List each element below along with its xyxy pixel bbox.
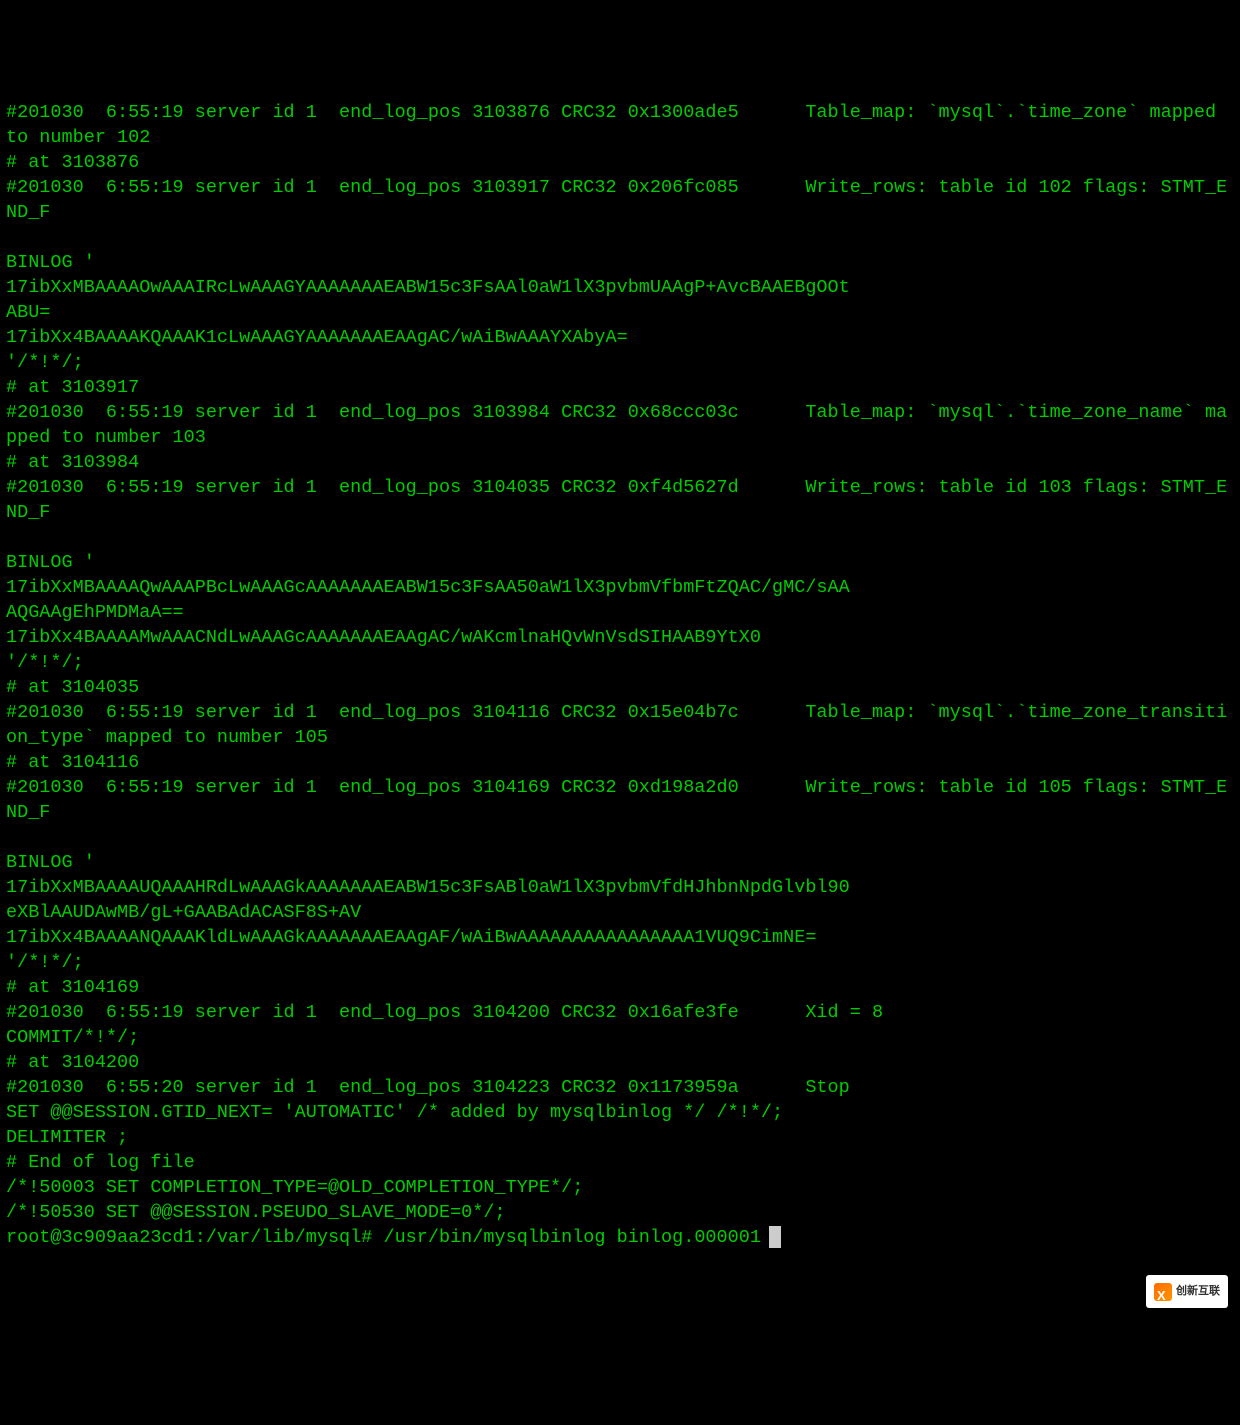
terminal-line: eXBlAAUDAwMB/gL+GAABAdACASF8S+AV bbox=[6, 902, 361, 923]
terminal-line: 17ibXx4BAAAANQAAAKldLwAAAGkAAAAAAAEAAgAF… bbox=[6, 927, 816, 948]
terminal-line: #201030 6:55:19 server id 1 end_log_pos … bbox=[6, 777, 1227, 823]
shell-prompt: root@3c909aa23cd1:/var/lib/mysql# bbox=[6, 1227, 383, 1248]
terminal-line: DELIMITER ; bbox=[6, 1127, 128, 1148]
terminal-line: SET @@SESSION.GTID_NEXT= 'AUTOMATIC' /* … bbox=[6, 1102, 783, 1123]
watermark: 创新互联 bbox=[1146, 1275, 1228, 1308]
terminal-line: # at 3103876 bbox=[6, 152, 139, 173]
terminal-line: # at 3104116 bbox=[6, 752, 139, 773]
terminal-line: BINLOG ' bbox=[6, 852, 95, 873]
terminal-line: '/*!*/; bbox=[6, 352, 84, 373]
shell-command[interactable]: /usr/bin/mysqlbinlog binlog.000001 bbox=[383, 1227, 760, 1248]
terminal-line: #201030 6:55:19 server id 1 end_log_pos … bbox=[6, 1002, 883, 1023]
terminal-line: '/*!*/; bbox=[6, 952, 84, 973]
terminal-line: AQGAAgEhPMDMaA== bbox=[6, 602, 184, 623]
terminal-line: # at 3103984 bbox=[6, 452, 139, 473]
terminal-line: # at 3104169 bbox=[6, 977, 139, 998]
terminal-line: #201030 6:55:19 server id 1 end_log_pos … bbox=[6, 702, 1227, 748]
terminal-line: /*!50530 SET @@SESSION.PSEUDO_SLAVE_MODE… bbox=[6, 1202, 506, 1223]
terminal-line: '/*!*/; bbox=[6, 652, 84, 673]
terminal-line: #201030 6:55:20 server id 1 end_log_pos … bbox=[6, 1077, 850, 1098]
terminal-line: # at 3103917 bbox=[6, 377, 139, 398]
cursor-icon bbox=[769, 1226, 781, 1248]
terminal-line: 17ibXx4BAAAAMwAAACNdLwAAAGcAAAAAAAEAAgAC… bbox=[6, 627, 761, 648]
terminal-line: #201030 6:55:19 server id 1 end_log_pos … bbox=[6, 102, 1227, 148]
terminal-line: # End of log file bbox=[6, 1152, 195, 1173]
logo-icon bbox=[1154, 1283, 1172, 1301]
terminal-line: BINLOG ' bbox=[6, 252, 95, 273]
terminal-line: #201030 6:55:19 server id 1 end_log_pos … bbox=[6, 177, 1227, 223]
terminal-line: /*!50003 SET COMPLETION_TYPE=@OLD_COMPLE… bbox=[6, 1177, 583, 1198]
terminal-line: ABU= bbox=[6, 302, 50, 323]
terminal-line: # at 3104035 bbox=[6, 677, 139, 698]
terminal-line: 17ibXxMBAAAAQwAAAPBcLwAAAGcAAAAAAAEABW15… bbox=[6, 577, 850, 598]
terminal-line: 17ibXx4BAAAAKQAAAK1cLwAAAGYAAAAAAAEAAgAC… bbox=[6, 327, 628, 348]
terminal-line: 17ibXxMBAAAAUQAAAHRdLwAAAGkAAAAAAAEABW15… bbox=[6, 877, 850, 898]
terminal-output[interactable]: #201030 6:55:19 server id 1 end_log_pos … bbox=[6, 100, 1234, 1250]
watermark-text: 创新互联 bbox=[1176, 1279, 1220, 1304]
terminal-line: COMMIT/*!*/; bbox=[6, 1027, 139, 1048]
terminal-line: 17ibXxMBAAAAOwAAAIRcLwAAAGYAAAAAAAEABW15… bbox=[6, 277, 850, 298]
terminal-line: BINLOG ' bbox=[6, 552, 95, 573]
terminal-line: # at 3104200 bbox=[6, 1052, 139, 1073]
terminal-line: #201030 6:55:19 server id 1 end_log_pos … bbox=[6, 477, 1227, 523]
terminal-line: #201030 6:55:19 server id 1 end_log_pos … bbox=[6, 402, 1227, 448]
